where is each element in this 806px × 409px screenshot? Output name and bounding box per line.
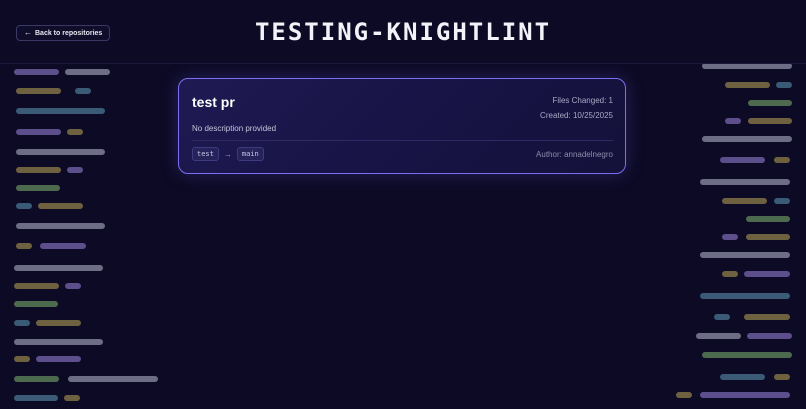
code-line [725, 118, 741, 124]
pr-description: No description provided [192, 124, 277, 133]
code-line [700, 179, 790, 185]
code-line [748, 118, 792, 124]
code-line [722, 198, 767, 204]
code-line [16, 149, 105, 155]
card-divider [192, 140, 613, 141]
pr-title: test pr [192, 94, 235, 110]
code-line [774, 157, 790, 163]
code-line [696, 333, 741, 339]
code-line [67, 167, 83, 173]
code-line [36, 356, 81, 362]
code-line [748, 100, 792, 106]
code-line [722, 271, 738, 277]
code-line [720, 157, 765, 163]
code-line [16, 88, 61, 94]
code-line [16, 129, 61, 135]
pull-request-card[interactable]: test pr Files Changed: 1 Created: 10/25/… [178, 78, 626, 174]
code-line [14, 395, 58, 401]
code-line [746, 216, 790, 222]
code-line [700, 293, 790, 299]
page-title: TESTING-KNIGHTLINT [254, 18, 552, 46]
code-line [16, 185, 60, 191]
page: ← Back to repositories TESTING-KNIGHTLIN… [0, 0, 806, 409]
code-line [14, 339, 103, 345]
code-line [40, 243, 86, 249]
files-changed: Files Changed: 1 [552, 96, 613, 105]
code-line [702, 352, 792, 358]
code-line [700, 252, 790, 258]
created-date: Created: 10/25/2025 [540, 111, 613, 120]
code-line [65, 69, 110, 75]
code-line [68, 376, 158, 382]
pr-meta: Files Changed: 1 Created: 10/25/2025 [540, 93, 613, 123]
code-line [14, 283, 59, 289]
code-line [14, 376, 59, 382]
code-line [14, 356, 30, 362]
code-line [14, 320, 30, 326]
code-line [744, 314, 790, 320]
code-line [722, 234, 738, 240]
code-line [75, 88, 91, 94]
code-line [746, 234, 790, 240]
code-line [702, 136, 792, 142]
branch-flow: test → main [192, 147, 264, 161]
code-line [14, 265, 103, 271]
code-line [14, 301, 58, 307]
target-branch-badge: main [236, 147, 264, 161]
code-line [16, 108, 105, 114]
code-line [774, 198, 790, 204]
code-line [747, 333, 792, 339]
code-line [16, 203, 32, 209]
code-line [16, 243, 32, 249]
code-line [700, 392, 790, 398]
code-line [676, 392, 692, 398]
code-line [64, 395, 80, 401]
code-line [16, 167, 61, 173]
pr-author: Author: annadelnegro [536, 150, 613, 159]
code-line [67, 129, 83, 135]
code-line [38, 203, 83, 209]
code-line [776, 82, 792, 88]
code-line [36, 320, 81, 326]
code-line [16, 223, 105, 229]
arrow-right-icon: → [223, 149, 232, 159]
app-header: ← Back to repositories TESTING-KNIGHTLIN… [0, 0, 806, 64]
code-line [774, 374, 790, 380]
code-line [725, 82, 770, 88]
code-line [14, 69, 59, 75]
code-line [714, 314, 730, 320]
code-line [65, 283, 81, 289]
code-line [744, 271, 790, 277]
source-branch-badge: test [192, 147, 219, 161]
code-line [720, 374, 765, 380]
